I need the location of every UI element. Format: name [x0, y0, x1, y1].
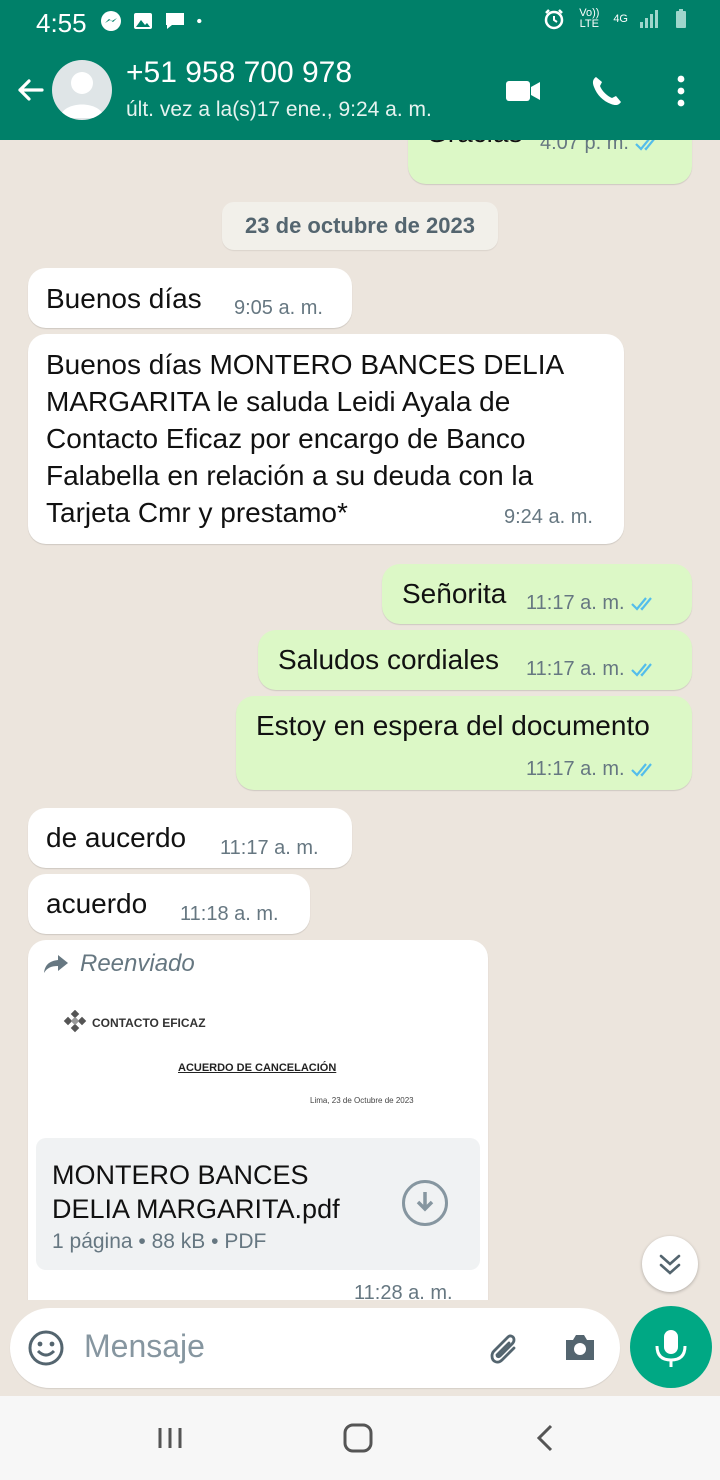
message-text: Gracias — [426, 140, 522, 151]
message-time-text: 11:17 a. m. — [526, 658, 625, 680]
system-nav-bar — [0, 1396, 720, 1480]
message-text: Buenos días MONTERO BANCES DELIA MARGARI… — [46, 349, 563, 528]
battery-icon — [676, 9, 686, 28]
forwarded-text: Reenviado — [80, 950, 195, 977]
document-file-name: MONTERO BANCES DELIA MARGARITA.pdf — [52, 1160, 340, 1224]
gallery-icon — [134, 13, 152, 29]
message-outgoing[interactable]: Estoy en espera del documento 11:17 a. m… — [236, 696, 692, 790]
message-input-bar[interactable]: Mensaje — [10, 1308, 620, 1388]
message-text: Buenos días — [46, 283, 202, 314]
camera-icon[interactable] — [560, 1328, 600, 1368]
chat-header: 4:55 Vo)) LTE 4G +51 958 700 978 últ. ve… — [0, 0, 720, 140]
paperclip-icon[interactable] — [484, 1328, 524, 1368]
notification-icons — [100, 10, 208, 32]
contacto-eficaz-logo-icon — [63, 1010, 87, 1033]
status-bar: 4:55 Vo)) LTE 4G — [0, 0, 720, 44]
read-ticks-icon — [630, 663, 652, 677]
chat-area[interactable]: Gracias 4:07 p. m. 23 de octubre de 2023… — [0, 140, 720, 1300]
recent-apps-icon[interactable] — [150, 1418, 190, 1458]
double-chevron-down-icon — [659, 1254, 681, 1275]
document-message[interactable]: Reenviado CONTACTO EFICAZ ACUERDO DE CAN… — [28, 940, 488, 1300]
message-time-text: 4:07 p. m. — [540, 140, 629, 154]
message-outgoing[interactable]: Señorita 11:17 a. m. — [382, 564, 692, 624]
signal-icon — [640, 10, 658, 28]
read-ticks-icon — [630, 763, 652, 777]
document-size: 88 kB — [151, 1230, 206, 1253]
default-avatar-icon — [60, 72, 104, 118]
message-incoming[interactable]: Buenos días 9:05 a. m. — [28, 268, 352, 328]
document-time: 11:28 a. m. — [354, 1282, 453, 1300]
message-icon — [166, 13, 184, 29]
volte-label: Vo)) LTE — [579, 7, 600, 30]
document-meta: 1 página • 88 kB • PDF — [52, 1230, 267, 1253]
more-vertical-icon[interactable] — [664, 74, 698, 108]
microphone-icon — [655, 1330, 687, 1367]
message-time: 11:17 a. m. — [526, 658, 661, 681]
message-outgoing[interactable]: Saludos cordiales 11:17 a. m. — [258, 630, 692, 690]
phone-icon[interactable] — [588, 74, 626, 108]
forward-arrow-icon — [44, 955, 68, 973]
video-camera-icon[interactable] — [504, 74, 542, 108]
system-icons: Vo)) LTE 4G — [543, 8, 692, 30]
read-ticks-icon — [630, 597, 652, 611]
date-separator: 23 de octubre de 2023 — [222, 202, 498, 250]
message-time: 11:17 a. m. — [220, 837, 319, 859]
message-time-text: 11:17 a. m. — [526, 758, 625, 780]
message-text: Señorita — [402, 578, 507, 609]
preview-date: Lima, 23 de Octubre de 2023 — [310, 1096, 414, 1105]
dot-icon — [197, 18, 202, 24]
avatar[interactable] — [52, 60, 112, 120]
scroll-to-bottom-button[interactable] — [642, 1236, 698, 1292]
message-time-text: 11:17 a. m. — [526, 592, 625, 614]
preview-logo-text: CONTACTO EFICAZ — [92, 1016, 206, 1030]
message-time: 9:05 a. m. — [234, 297, 323, 319]
document-preview[interactable]: CONTACTO EFICAZ ACUERDO DE CANCELACIÓN L… — [36, 988, 480, 1138]
microphone-button[interactable] — [630, 1306, 712, 1388]
read-ticks-icon — [635, 140, 655, 151]
status-time: 4:55 — [36, 8, 87, 38]
message-incoming[interactable]: acuerdo 11:18 a. m. — [28, 874, 310, 934]
messenger-icon — [101, 11, 121, 31]
message-time: 9:24 a. m. — [504, 506, 593, 528]
forwarded-label: Reenviado — [42, 950, 195, 978]
message-incoming[interactable]: de aucerdo 11:17 a. m. — [28, 808, 352, 868]
message-time: 11:17 a. m. — [526, 758, 661, 781]
arrow-left-icon[interactable] — [14, 74, 46, 106]
message-text: de aucerdo — [46, 822, 187, 853]
message-time: 11:18 a. m. — [180, 903, 279, 925]
message-incoming[interactable]: Buenos días MONTERO BANCES DELIA MARGARI… — [28, 334, 624, 544]
message-outgoing[interactable]: Gracias 4:07 p. m. — [408, 140, 692, 184]
document-pages: 1 página — [52, 1230, 133, 1253]
preview-title: ACUERDO DE CANCELACIÓN — [178, 1062, 337, 1074]
network-type-label: 4G — [613, 13, 628, 25]
message-input[interactable]: Mensaje — [84, 1328, 205, 1365]
last-seen: últ. vez a la(s)17 ene., 9:24 a. m. — [126, 98, 432, 121]
message-text: Estoy en espera del documento — [256, 710, 650, 741]
emoji-icon[interactable] — [26, 1328, 66, 1368]
message-time: 11:17 a. m. — [526, 592, 661, 615]
message-time: 4:07 p. m. — [540, 140, 665, 155]
nav-back-icon[interactable] — [526, 1418, 566, 1458]
download-icon — [416, 1192, 434, 1212]
contact-name[interactable]: +51 958 700 978 — [126, 56, 352, 90]
home-icon[interactable] — [338, 1418, 378, 1458]
document-type: PDF — [224, 1230, 267, 1253]
alarm-icon — [545, 9, 564, 30]
message-text: Saludos cordiales — [278, 644, 500, 675]
document-info[interactable]: MONTERO BANCES DELIA MARGARITA.pdf 1 pág… — [36, 1138, 480, 1270]
download-button[interactable] — [402, 1180, 448, 1226]
message-text: acuerdo — [46, 888, 148, 919]
